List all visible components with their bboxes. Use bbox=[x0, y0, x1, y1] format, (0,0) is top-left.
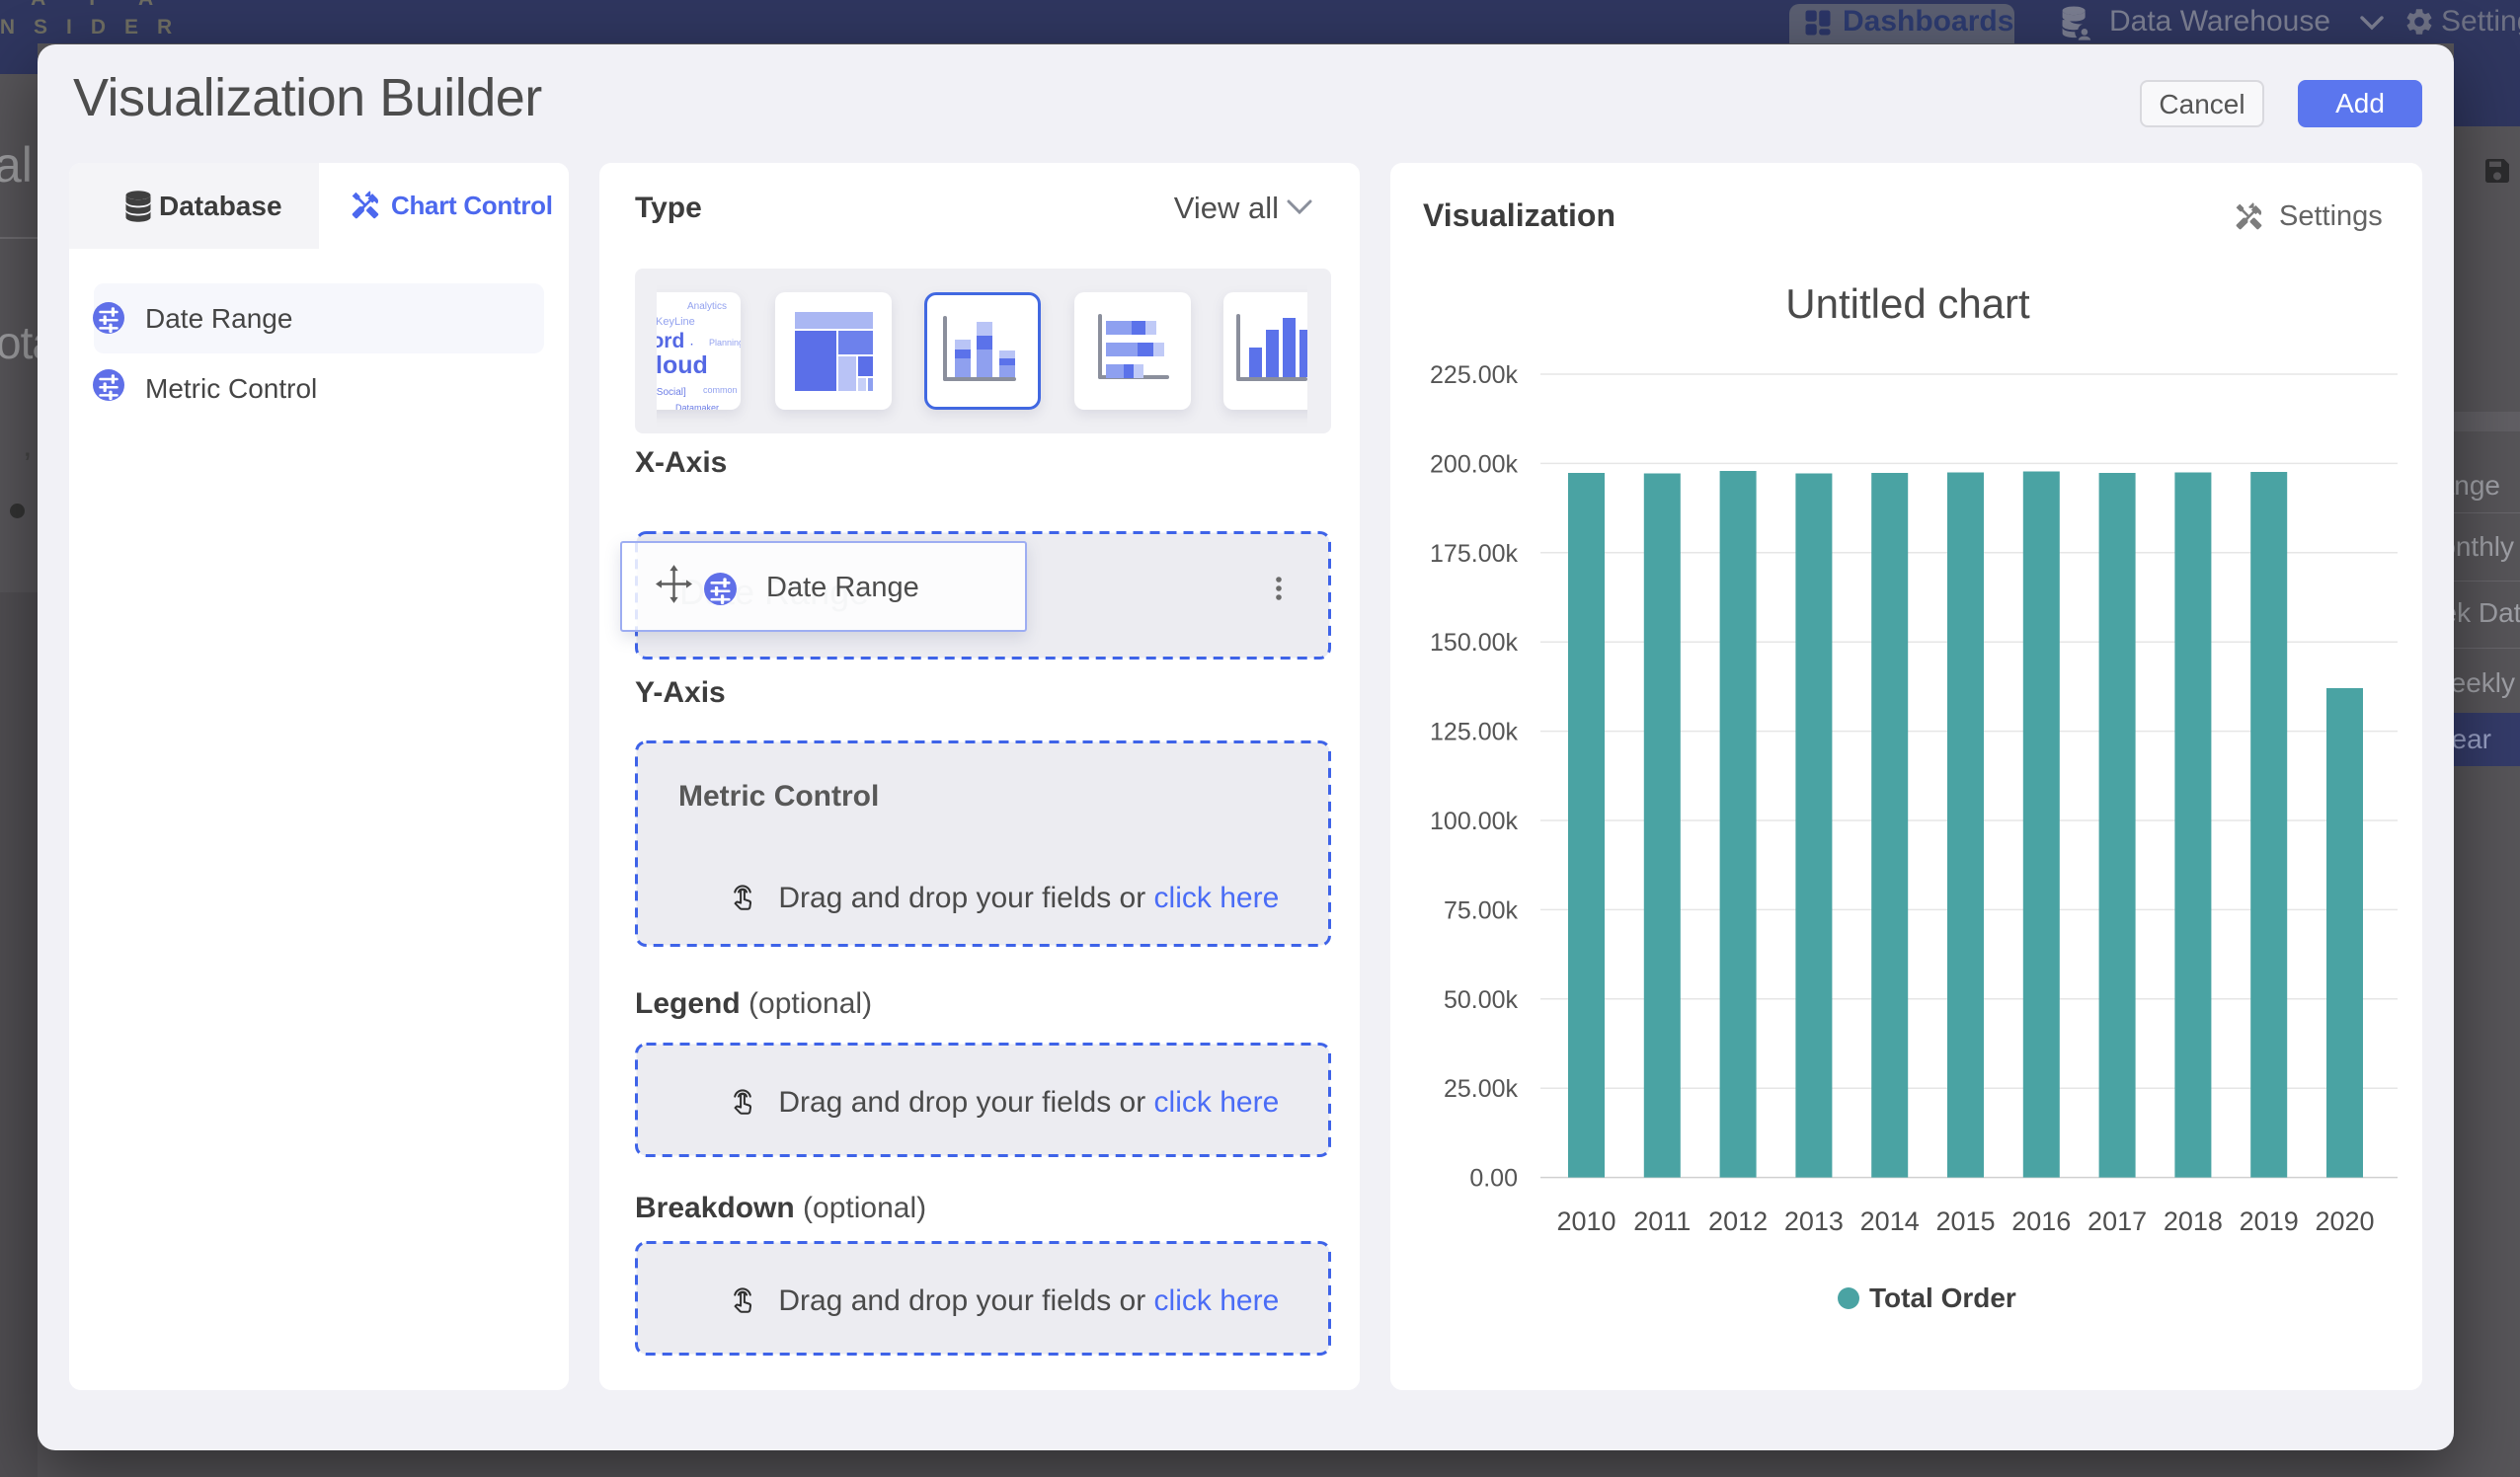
svg-text:2012: 2012 bbox=[1708, 1206, 1768, 1236]
svg-text:Total Order: Total Order bbox=[1869, 1283, 2016, 1313]
svg-text:200.00k: 200.00k bbox=[1430, 450, 1518, 478]
svg-text:175.00k: 175.00k bbox=[1430, 540, 1518, 568]
svg-text:150.00k: 150.00k bbox=[1430, 629, 1518, 657]
svg-text:2019: 2019 bbox=[2240, 1206, 2299, 1236]
svg-text:25.00k: 25.00k bbox=[1444, 1075, 1519, 1103]
svg-text:225.00k: 225.00k bbox=[1430, 361, 1518, 389]
svg-text:2018: 2018 bbox=[2164, 1206, 2223, 1236]
svg-text:Untitled chart: Untitled chart bbox=[1785, 280, 2030, 327]
svg-text:2017: 2017 bbox=[2087, 1206, 2147, 1236]
svg-text:100.00k: 100.00k bbox=[1430, 808, 1518, 835]
svg-text:2011: 2011 bbox=[1633, 1206, 1691, 1236]
svg-text:2020: 2020 bbox=[2315, 1206, 2374, 1236]
svg-text:2015: 2015 bbox=[1935, 1206, 1995, 1236]
svg-text:125.00k: 125.00k bbox=[1430, 719, 1518, 746]
svg-text:0.00: 0.00 bbox=[1469, 1165, 1518, 1193]
svg-text:2013: 2013 bbox=[1784, 1206, 1844, 1236]
svg-text:2016: 2016 bbox=[2011, 1206, 2071, 1236]
svg-text:75.00k: 75.00k bbox=[1444, 896, 1519, 924]
svg-text:50.00k: 50.00k bbox=[1444, 986, 1519, 1014]
svg-text:2010: 2010 bbox=[1556, 1206, 1615, 1236]
svg-text:2014: 2014 bbox=[1860, 1206, 1920, 1236]
